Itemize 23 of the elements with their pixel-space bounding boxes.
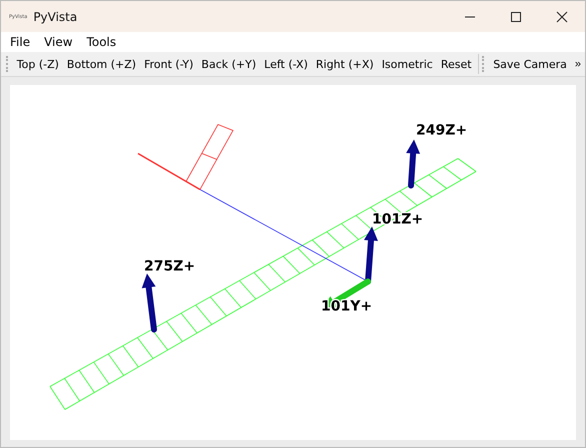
maximize-icon — [510, 10, 522, 22]
toolbar-button[interactable]: Left (-X) — [260, 58, 312, 70]
toolbar-button[interactable]: Reset — [436, 58, 476, 70]
arrow-label: 249Z+ — [416, 122, 468, 138]
force-arrow-icon — [142, 274, 157, 332]
toolbar-grip[interactable] — [482, 56, 486, 72]
overflow-button[interactable]: » — [570, 58, 585, 70]
menu-item[interactable]: Tools — [80, 35, 124, 49]
toolbar-button[interactable]: Bottom (+Z) — [62, 58, 140, 70]
force-arrow-icon — [406, 140, 420, 188]
close-icon — [556, 10, 568, 22]
menu-item[interactable]: File — [3, 35, 38, 49]
toolbar-button[interactable]: Save Camera — [489, 58, 571, 70]
arrow-label: 101Y+ — [321, 298, 372, 314]
toolbar-button[interactable]: Top (-Z) — [12, 58, 63, 70]
toolbar-button[interactable]: Front (-Y) — [140, 58, 198, 70]
menu-item[interactable]: View — [37, 35, 80, 49]
arrow-label: 275Z+ — [144, 258, 196, 274]
toolbar-grip[interactable] — [6, 56, 10, 72]
toolbar-button[interactable]: Right (+X) — [312, 58, 378, 70]
window-title: PyVista — [33, 10, 78, 24]
toolbar-button[interactable]: Back (+Y) — [197, 58, 260, 70]
toolbar-button[interactable]: Isometric — [378, 58, 437, 70]
